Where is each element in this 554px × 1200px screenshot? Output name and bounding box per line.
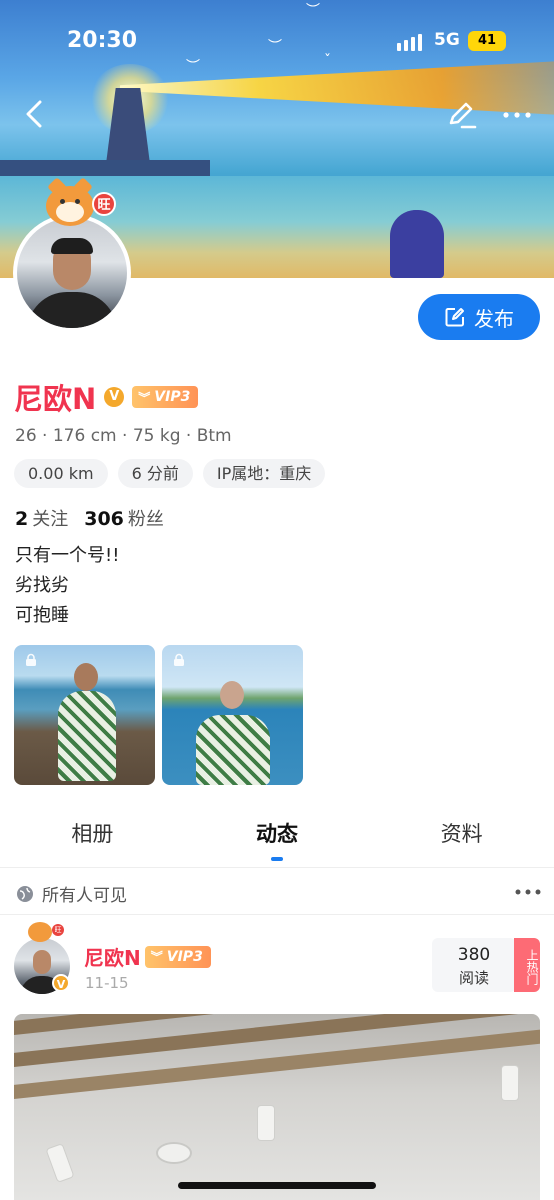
globe-icon: [17, 885, 33, 902]
post-image[interactable]: [14, 1014, 540, 1200]
profile-avatar[interactable]: [13, 214, 131, 332]
profile-photo[interactable]: [14, 645, 155, 785]
more-icon: [503, 112, 531, 118]
verified-badge-icon: V: [52, 974, 70, 992]
pencil-icon: [449, 102, 477, 129]
wang-badge: 旺: [52, 924, 64, 936]
tab-profile-info[interactable]: 资料: [369, 818, 554, 848]
profile-name: 尼欧N: [14, 382, 97, 416]
read-label: 阅读: [458, 969, 489, 987]
lock-icon: [26, 653, 36, 666]
post-author[interactable]: 尼欧N: [84, 942, 141, 971]
edit-button[interactable]: [444, 98, 478, 132]
battery-icon: 41: [468, 31, 506, 51]
divider: [0, 914, 554, 915]
vip-badge[interactable]: ︾ VIP3: [132, 386, 199, 408]
divider: [0, 867, 554, 868]
read-count: 380: [457, 945, 491, 965]
visibility-label: 所有人可见: [42, 886, 127, 906]
back-button[interactable]: [20, 96, 50, 132]
following-label: 关注: [32, 509, 69, 530]
bird-icon: ︶: [186, 59, 200, 75]
bio-line: 只有一个号!!: [15, 545, 120, 566]
verified-badge-icon: V: [104, 387, 125, 407]
visibility-more-button[interactable]: [514, 884, 542, 900]
profile-stats: 26 · 176 cm · 75 kg · Btm: [15, 426, 232, 446]
ceiling-lamp: [46, 1144, 74, 1182]
network-type: 5G: [434, 30, 460, 50]
boost-button[interactable]: 上热门: [514, 938, 540, 992]
following-count: 2: [15, 508, 29, 530]
followers-stat[interactable]: 306 粉丝: [84, 505, 164, 531]
vip-chevron-icon: ︾: [138, 390, 151, 405]
silhouette-illustration: [390, 210, 444, 278]
publish-label: 发布: [474, 306, 514, 331]
publish-button[interactable]: 发布: [418, 294, 540, 340]
bird-icon: ︶: [268, 39, 282, 55]
tab-moments[interactable]: 动态: [185, 818, 370, 848]
following-stat[interactable]: 2 关注: [15, 505, 68, 531]
avatar-photo: [17, 218, 127, 328]
vip-badge: ︾ VIP3: [144, 945, 211, 968]
followers-label: 粉丝: [127, 509, 164, 530]
ip-location-chip: IP属地：重庆: [202, 459, 326, 488]
lock-icon: [174, 653, 184, 666]
ceiling-light: [158, 1144, 190, 1162]
status-time: 20:30: [67, 28, 138, 53]
vip-chevron-icon: ︾: [150, 950, 163, 964]
last-active-chip: 6 分前: [117, 459, 193, 488]
vip-label: VIP3: [166, 948, 203, 965]
follow-stats: 2 关注 306 粉丝: [15, 505, 164, 531]
name-row: 尼欧N V ︾ VIP3: [14, 376, 199, 418]
ceiling-lamp: [258, 1106, 274, 1140]
bio-line: 劣找劣: [15, 575, 69, 596]
tab-indicator: [271, 857, 283, 861]
home-indicator[interactable]: [178, 1182, 376, 1189]
profile-photo[interactable]: [162, 645, 303, 785]
more-icon: [515, 889, 541, 895]
shiba-mascot-icon: [28, 922, 52, 942]
tab-album[interactable]: 相册: [0, 818, 185, 848]
vip-label: VIP3: [154, 389, 191, 405]
post-author-row: 尼欧N ︾ VIP3: [84, 942, 211, 971]
profile-bio: 只有一个号!! 劣找劣 可抱睡: [15, 541, 119, 631]
bird-icon: ˇ: [324, 53, 331, 69]
chevron-left-icon: [26, 100, 42, 128]
read-count-box: 380 阅读: [432, 938, 516, 992]
post-date: 11-15: [85, 974, 129, 992]
bird-icon: ︶: [306, 3, 320, 19]
distance-chip: 0.00 km: [14, 459, 108, 488]
battery-level: 41: [477, 33, 497, 48]
pier-illustration: [0, 160, 210, 176]
compose-icon: [445, 308, 464, 327]
wang-badge: 旺: [92, 192, 116, 216]
signal-icon: [397, 34, 422, 51]
bio-line: 可抱睡: [15, 605, 69, 626]
shiba-mascot-icon: [46, 177, 94, 226]
followers-count: 306: [84, 508, 124, 530]
visibility-filter[interactable]: 所有人可见: [16, 881, 127, 906]
profile-tabs: 相册 动态 资料: [0, 818, 554, 848]
more-button[interactable]: [500, 98, 534, 132]
profile-chips: 0.00 km 6 分前 IP属地：重庆: [14, 459, 326, 488]
ceiling-lamp: [502, 1066, 518, 1100]
